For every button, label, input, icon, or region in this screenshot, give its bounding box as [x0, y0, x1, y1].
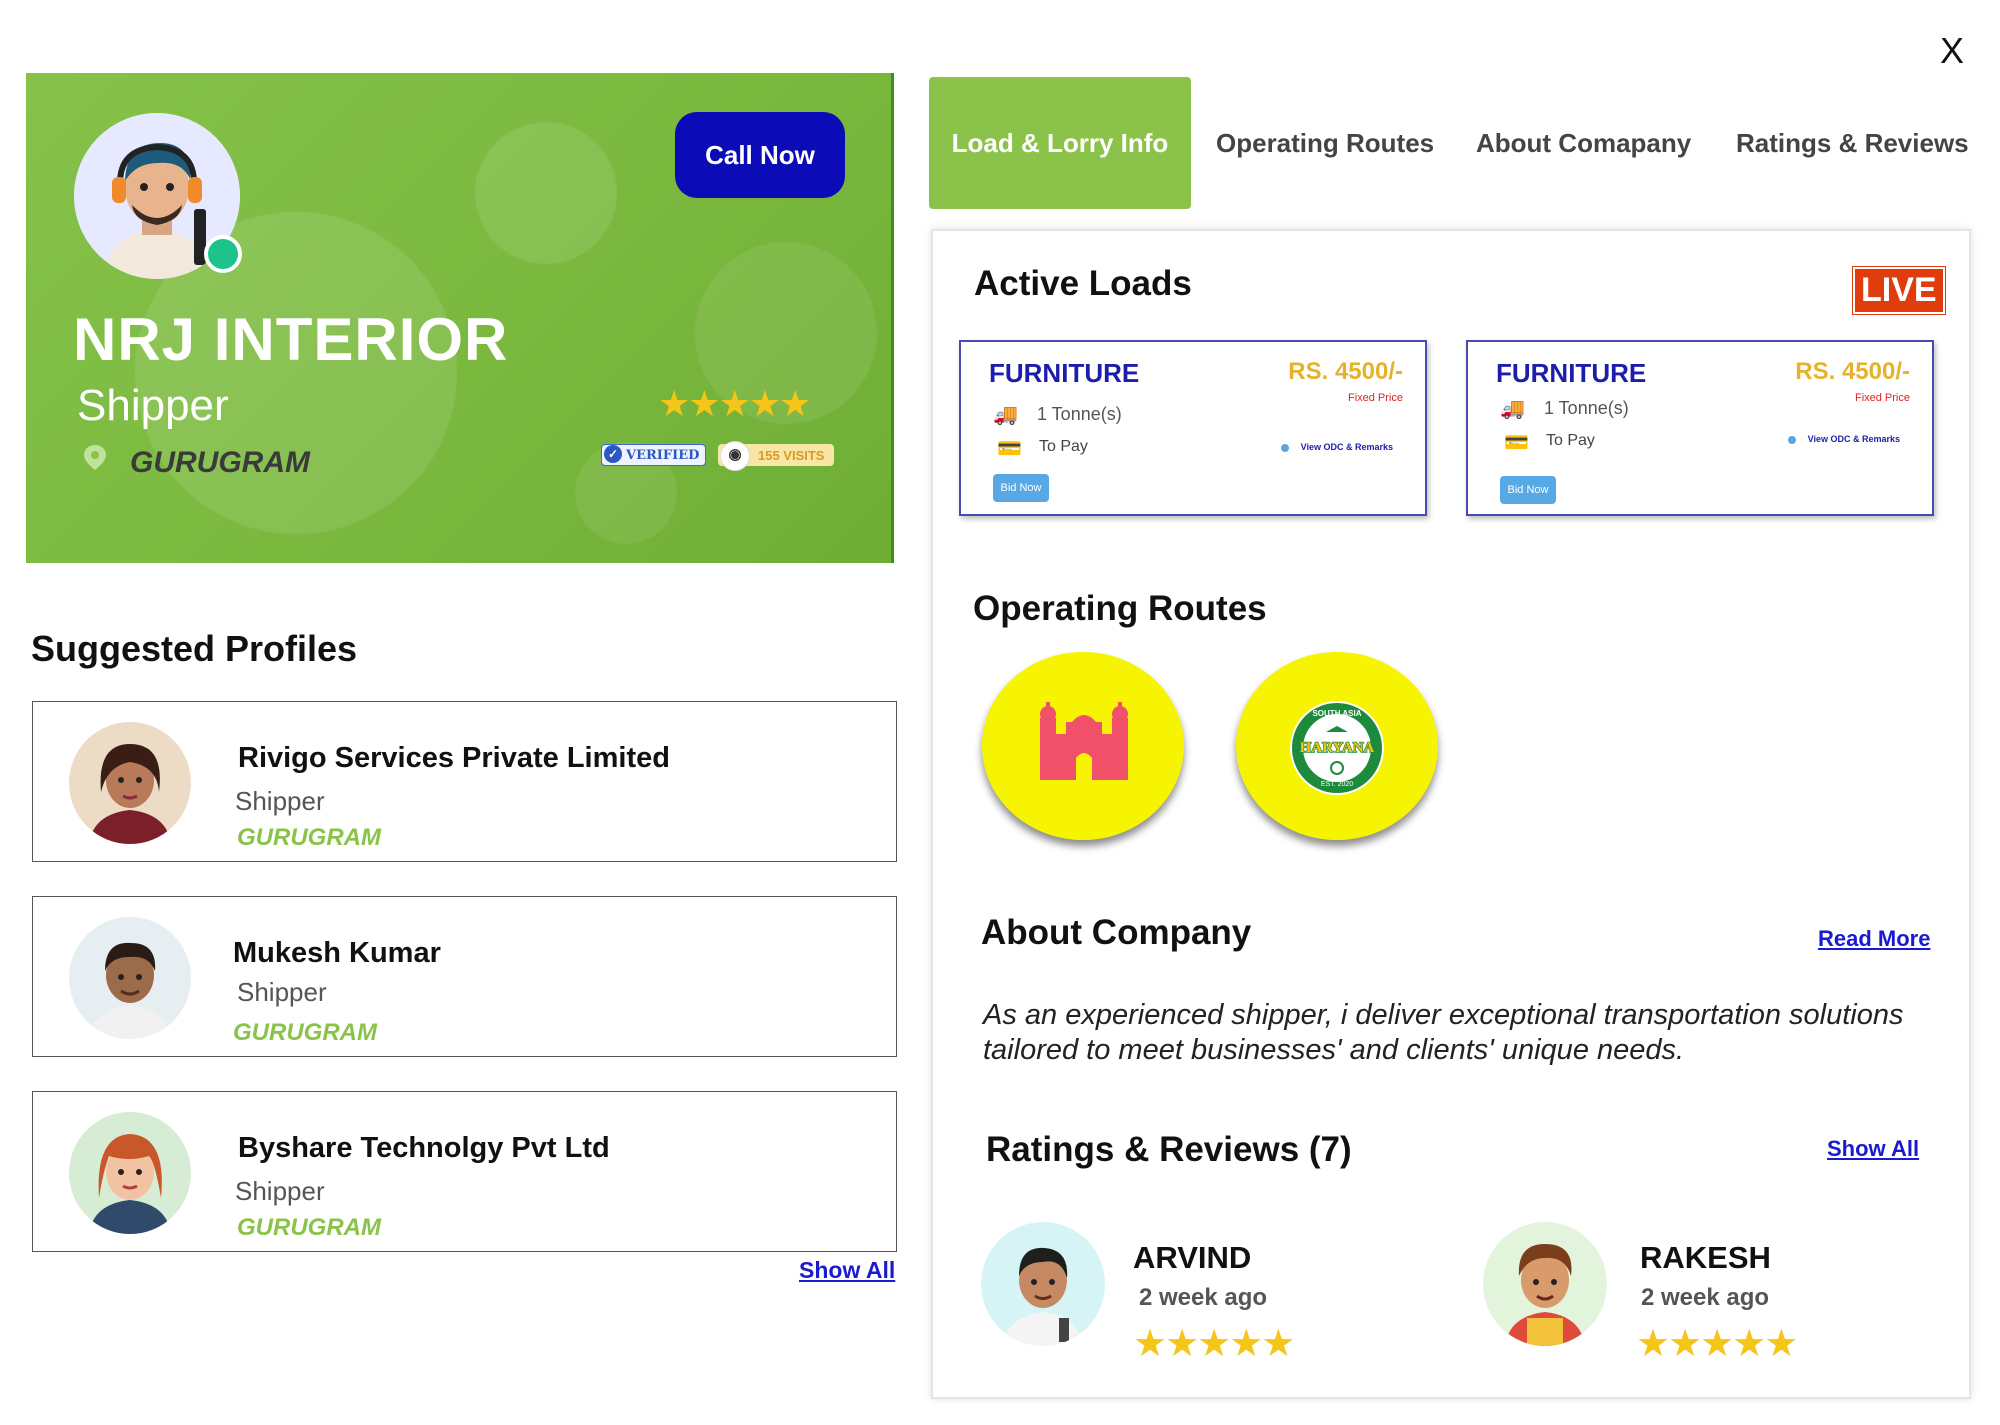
star-icon: ★: [658, 383, 690, 424]
online-status-dot: [204, 235, 242, 273]
call-now-button[interactable]: Call Now: [675, 112, 845, 198]
suggested-role: Shipper: [237, 977, 327, 1007]
active-loads-title: Active Loads: [974, 264, 1192, 303]
route-haryana[interactable]: SOUTH ASIA HARYANA EST. 2020: [1236, 652, 1438, 840]
reviewer-name: RAKESH: [1640, 1240, 1771, 1275]
operating-routes-title: Operating Routes: [973, 589, 1267, 628]
load-type: FURNITURE: [989, 358, 1140, 388]
bid-now-button[interactable]: Bid Now: [993, 474, 1049, 502]
profile-city: GURUGRAM: [130, 446, 310, 479]
about-company-text: As an experienced shipper, i deliver exc…: [983, 999, 1904, 1066]
reviews-show-all-link[interactable]: Show All: [1827, 1136, 1919, 1162]
review-time: 2 week ago: [1641, 1284, 1770, 1311]
suggested-city: GURUGRAM: [233, 1019, 377, 1046]
route-badge-main-text: HARYANA: [1300, 740, 1375, 756]
info-icon: [1788, 436, 1796, 444]
suggested-name: Mukesh Kumar: [233, 937, 441, 969]
star-icon: ★: [1732, 1323, 1766, 1365]
suggested-avatar: [69, 1112, 191, 1234]
load-card[interactable]: FURNITURE RS. 4500/- Fixed Price 🚚 1 Ton…: [1466, 340, 1934, 516]
ratings-reviews-title: Ratings & Reviews (7): [986, 1130, 1352, 1169]
suggested-profile-card[interactable]: Rivigo Services Private Limited Shipper …: [32, 701, 897, 862]
star-icon: ★: [1229, 1323, 1263, 1365]
review-time: 2 week ago: [1139, 1284, 1268, 1311]
profile-role: Shipper: [77, 381, 229, 430]
red-fort-icon: [1040, 702, 1128, 780]
wallet-icon: 💳: [1504, 432, 1529, 454]
suggested-avatar: [69, 917, 191, 1039]
load-type: FURNITURE: [1496, 358, 1647, 388]
info-icon: [1281, 444, 1289, 452]
route-badge-top-text: SOUTH ASIA: [1312, 709, 1361, 718]
suggested-name: Rivigo Services Private Limited: [238, 742, 670, 774]
star-icon: ★: [1133, 1323, 1167, 1365]
star-icon: ★: [1636, 1323, 1670, 1365]
profile-header-card: Call Now NRJ INTERIOR Shipper GURUGRAM ★…: [26, 73, 894, 563]
star-icon: ★: [718, 383, 751, 424]
wallet-icon: 💳: [997, 438, 1022, 460]
view-odc-link[interactable]: View ODC & Remarks: [1301, 442, 1393, 452]
review-stars: ★★★★★: [1133, 1323, 1295, 1365]
star-icon: ★: [688, 383, 720, 424]
live-badge: LIVE: [1852, 266, 1946, 315]
suggested-profiles-title: Suggested Profiles: [31, 628, 358, 669]
price-note: Fixed Price: [1347, 392, 1403, 404]
route-delhi[interactable]: [982, 652, 1184, 840]
star-icon: ★: [1668, 1323, 1702, 1365]
reviewer-avatar: [981, 1222, 1105, 1346]
suggested-avatar: [69, 722, 191, 844]
read-more-link[interactable]: Read More: [1818, 926, 1930, 952]
visits-label: 155 VISITS: [758, 447, 825, 463]
reviewer-avatar: [1483, 1222, 1607, 1346]
payment-mode: To Pay: [1039, 438, 1088, 455]
suggested-role: Shipper: [235, 1176, 325, 1206]
star-icon: ★: [779, 383, 811, 424]
suggested-role: Shipper: [235, 786, 325, 816]
suggested-profile-card[interactable]: Mukesh Kumar Shipper GURUGRAM: [32, 896, 897, 1057]
star-icon: ★: [1700, 1323, 1734, 1365]
route-badge-bottom-text: EST. 2020: [1321, 781, 1353, 788]
load-card[interactable]: FURNITURE RS. 4500/- Fixed Price 🚚 1 Ton…: [959, 340, 1427, 516]
price-note: Fixed Price: [1854, 392, 1910, 404]
profile-rating-stars: ★★★★★: [658, 383, 811, 424]
bid-now-button[interactable]: Bid Now: [1500, 476, 1556, 504]
truck-icon: 🚚: [993, 404, 1018, 426]
load-weight: 1 Tonne(s): [1544, 398, 1629, 418]
verified-label: VERIFIED: [626, 447, 700, 463]
close-button[interactable]: X: [1940, 30, 1964, 72]
profile-name: NRJ INTERIOR: [73, 306, 509, 373]
suggested-city: GURUGRAM: [237, 824, 381, 851]
star-icon: ★: [1165, 1323, 1199, 1365]
payment-mode: To Pay: [1546, 432, 1595, 449]
suggested-city: GURUGRAM: [237, 1214, 381, 1241]
truck-icon: 🚚: [1500, 398, 1525, 420]
star-icon: ★: [1261, 1323, 1295, 1365]
suggested-show-all-link[interactable]: Show All: [799, 1257, 895, 1284]
load-price: RS. 4500/-: [1795, 358, 1910, 385]
star-icon: ★: [1197, 1323, 1231, 1365]
view-odc-link[interactable]: View ODC & Remarks: [1808, 434, 1900, 444]
suggested-name: Byshare Technolgy Pvt Ltd: [238, 1132, 610, 1164]
visits-badge: ◉ 155 VISITS: [718, 441, 835, 471]
tab-operating-routes[interactable]: Operating Routes: [1216, 77, 1434, 209]
about-company-title: About Company: [981, 913, 1252, 952]
tab-load-lorry-info[interactable]: Load & Lorry Info: [929, 77, 1191, 209]
tab-about-company[interactable]: About Comapany: [1476, 77, 1691, 209]
verified-badge: ✓ VERIFIED: [601, 444, 707, 466]
tab-ratings-reviews[interactable]: Ratings & Reviews: [1736, 77, 1969, 209]
reviewer-name: ARVIND: [1133, 1240, 1252, 1275]
star-icon: ★: [748, 383, 781, 424]
review-stars: ★★★★★: [1636, 1323, 1798, 1365]
load-weight: 1 Tonne(s): [1037, 404, 1122, 424]
location-pin-icon: [81, 443, 109, 471]
eye-icon: ◉: [720, 441, 750, 471]
load-price: RS. 4500/-: [1288, 358, 1403, 385]
check-shield-icon: ✓: [604, 445, 622, 463]
suggested-profile-card[interactable]: Byshare Technolgy Pvt Ltd Shipper GURUGR…: [32, 1091, 897, 1252]
star-icon: ★: [1764, 1323, 1798, 1365]
